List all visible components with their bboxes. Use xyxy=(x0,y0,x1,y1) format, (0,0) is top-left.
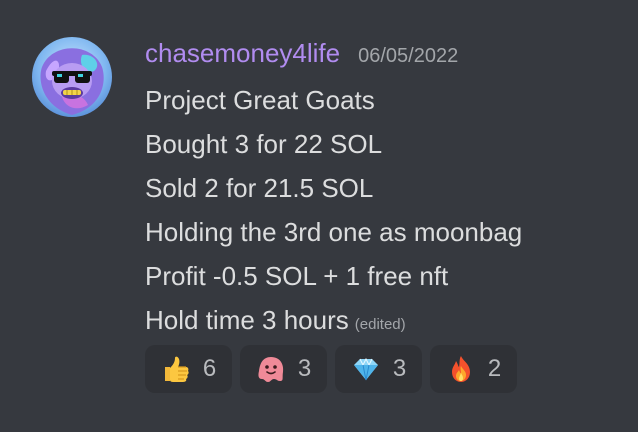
reaction-fire[interactable]: 2 xyxy=(430,345,517,393)
reaction-blob-face[interactable]: 3 xyxy=(240,345,327,393)
blob-face-icon xyxy=(256,354,286,384)
timestamp: 06/05/2022 xyxy=(358,45,459,67)
message-line-text: Hold time 3 hours xyxy=(145,305,349,335)
ape-avatar-icon xyxy=(32,37,112,117)
reaction-gem[interactable]: 3 xyxy=(335,345,422,393)
reactions-bar: 6 3 3 2 xyxy=(145,345,517,393)
username[interactable]: chasemoney4life xyxy=(145,38,340,69)
message-header: chasemoney4life 06/05/2022 xyxy=(145,38,458,72)
reaction-count: 3 xyxy=(297,355,312,382)
gem-icon xyxy=(351,354,381,384)
reaction-count: 2 xyxy=(487,355,502,382)
chat-message: chasemoney4life 06/05/2022 Project Great… xyxy=(0,0,638,432)
thumbs-up-icon xyxy=(161,354,191,384)
reaction-count: 6 xyxy=(202,355,217,382)
message-body: Project Great Goats Bought 3 for 22 SOL … xyxy=(145,78,522,342)
fire-icon xyxy=(446,354,476,384)
message-line: Project Great Goats xyxy=(145,85,375,115)
reaction-count: 3 xyxy=(392,355,407,382)
edited-label: (edited) xyxy=(354,316,406,333)
message-line: Bought 3 for 22 SOL xyxy=(145,129,383,159)
message-line: Profit -0.5 SOL + 1 free nft xyxy=(145,261,449,291)
reaction-thumbs-up[interactable]: 6 xyxy=(145,345,232,393)
message-line-last: Hold time 3 hours (edited) xyxy=(145,298,522,342)
avatar[interactable] xyxy=(32,37,112,117)
message-line: Holding the 3rd one as moonbag xyxy=(145,217,523,247)
message-line: Sold 2 for 21.5 SOL xyxy=(145,173,374,203)
